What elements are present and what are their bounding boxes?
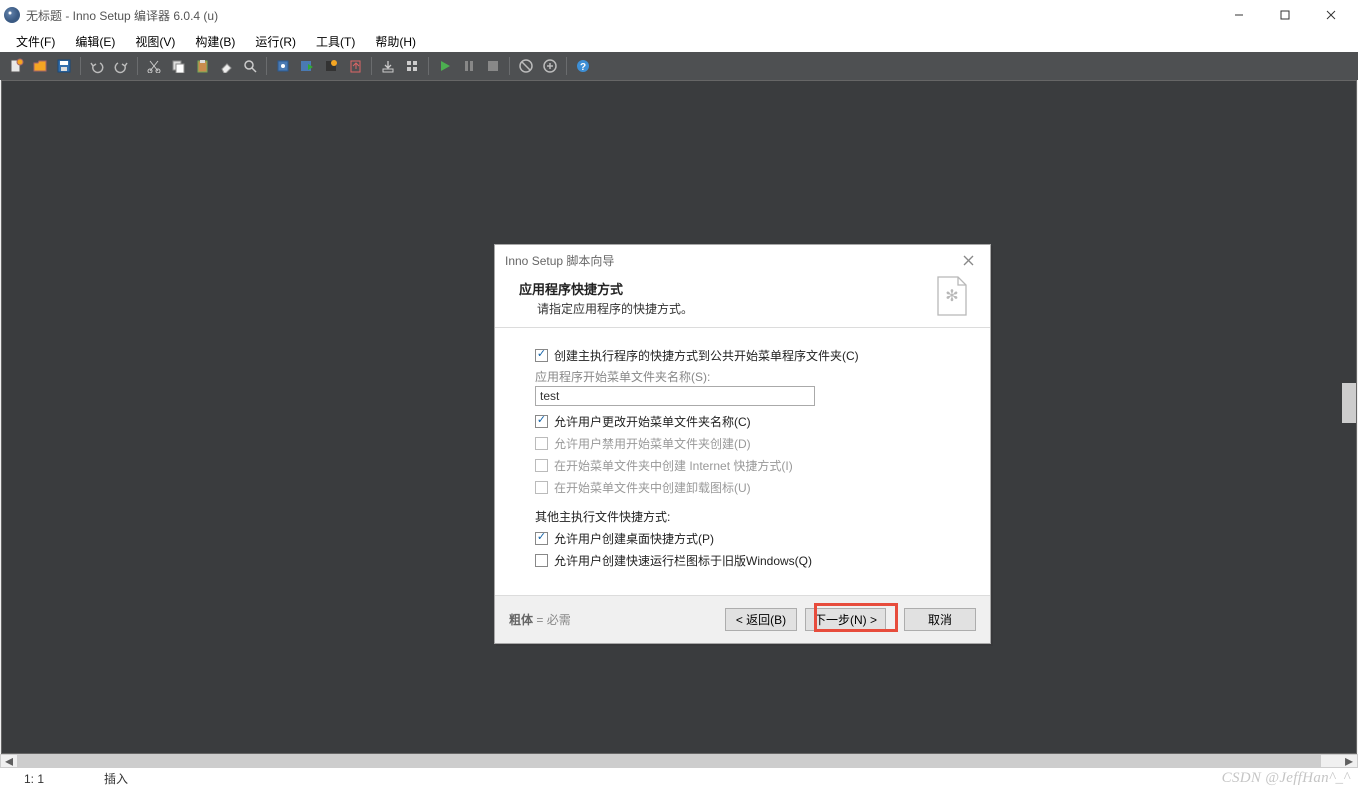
- toolbar: ?: [0, 52, 1358, 80]
- save-icon[interactable]: [53, 55, 75, 77]
- maximize-button[interactable]: [1262, 0, 1308, 30]
- compile-icon[interactable]: [272, 55, 294, 77]
- run-icon[interactable]: [434, 55, 456, 77]
- titlebar: 无标题 - Inno Setup 编译器 6.0.4 (u): [0, 0, 1358, 30]
- pause-icon[interactable]: [458, 55, 480, 77]
- export-icon[interactable]: [344, 55, 366, 77]
- dialog-footer: 粗体 = 必需 < 返回(B) 下一步(N) > 取消: [495, 595, 990, 643]
- scroll-left-icon[interactable]: ◂: [1, 755, 17, 767]
- options2-icon[interactable]: [539, 55, 561, 77]
- label-main-shortcut: 创建主执行程序的快捷方式到公共开始菜单程序文件夹(C): [554, 347, 859, 364]
- label-desktop-shortcut: 允许用户创建桌面快捷方式(P): [554, 530, 714, 547]
- scroll-right-icon[interactable]: ▸: [1341, 755, 1357, 767]
- dialog-header: 应用程序快捷方式 请指定应用程序的快捷方式。 ✻: [495, 275, 990, 328]
- menu-tools[interactable]: 工具(T): [308, 31, 363, 52]
- checkbox-internet-shortcut[interactable]: [535, 459, 548, 472]
- cut-icon[interactable]: [143, 55, 165, 77]
- menu-run[interactable]: 运行(R): [247, 31, 304, 52]
- checkbox-quicklaunch[interactable]: [535, 554, 548, 567]
- open-file-icon[interactable]: [29, 55, 51, 77]
- dialog-subheading: 请指定应用程序的快捷方式。: [537, 300, 966, 317]
- dialog-body: 创建主执行程序的快捷方式到公共开始菜单程序文件夹(C) 应用程序开始菜单文件夹名…: [495, 328, 990, 595]
- start-menu-folder-input[interactable]: [535, 386, 815, 406]
- help-icon[interactable]: ?: [572, 55, 594, 77]
- next-button[interactable]: 下一步(N) >: [805, 608, 886, 631]
- statusbar: 1: 1 插入: [0, 768, 1358, 789]
- minimize-button[interactable]: [1216, 0, 1262, 30]
- checkbox-allow-disable[interactable]: [535, 437, 548, 450]
- label-allow-change: 允许用户更改开始菜单文件夹名称(C): [554, 413, 751, 430]
- new-file-icon[interactable]: [5, 55, 27, 77]
- cancel-button[interactable]: 取消: [904, 608, 976, 631]
- document-icon: ✻: [932, 275, 972, 319]
- dialog-close-button[interactable]: [956, 248, 980, 272]
- label-internet-shortcut: 在开始菜单文件夹中创建 Internet 快捷方式(I): [554, 457, 793, 474]
- grid-icon[interactable]: [401, 55, 423, 77]
- stop-icon[interactable]: [482, 55, 504, 77]
- undo-icon[interactable]: [86, 55, 108, 77]
- target-setup-icon[interactable]: [320, 55, 342, 77]
- menu-help[interactable]: 帮助(H): [367, 31, 424, 52]
- close-button[interactable]: [1308, 0, 1354, 30]
- redo-icon[interactable]: [110, 55, 132, 77]
- checkbox-allow-change[interactable]: [535, 415, 548, 428]
- download-icon[interactable]: [377, 55, 399, 77]
- window-title: 无标题 - Inno Setup 编译器 6.0.4 (u): [26, 7, 1216, 24]
- menu-view[interactable]: 视图(V): [127, 31, 183, 52]
- horizontal-scrollbar[interactable]: ◂ ▸: [0, 754, 1358, 768]
- label-uninstall-icon: 在开始菜单文件夹中创建卸载图标(U): [554, 479, 751, 496]
- dialog-titlebar: Inno Setup 脚本向导: [495, 245, 990, 275]
- start-menu-folder-label: 应用程序开始菜单文件夹名称(S):: [535, 368, 950, 385]
- menu-build[interactable]: 构建(B): [187, 31, 243, 52]
- label-quicklaunch: 允许用户创建快速运行栏图标于旧版Windows(Q): [554, 552, 812, 569]
- checkbox-main-shortcut[interactable]: [535, 349, 548, 362]
- options-icon[interactable]: [515, 55, 537, 77]
- section-other-shortcuts: 其他主执行文件快捷方式:: [535, 508, 950, 525]
- scrollbar-thumb[interactable]: [17, 755, 1321, 767]
- dialog-title: Inno Setup 脚本向导: [505, 252, 614, 269]
- svg-text:?: ?: [580, 62, 586, 73]
- menu-file[interactable]: 文件(F): [8, 31, 63, 52]
- dialog-heading: 应用程序快捷方式: [519, 279, 966, 298]
- cursor-position: 1: 1: [24, 772, 44, 786]
- erase-icon[interactable]: [215, 55, 237, 77]
- window-controls: [1216, 0, 1354, 30]
- paste-icon[interactable]: [191, 55, 213, 77]
- back-button[interactable]: < 返回(B): [725, 608, 797, 631]
- label-allow-disable: 允许用户禁用开始菜单文件夹创建(D): [554, 435, 751, 452]
- wizard-dialog: Inno Setup 脚本向导 应用程序快捷方式 请指定应用程序的快捷方式。 ✻…: [494, 244, 991, 644]
- copy-icon[interactable]: [167, 55, 189, 77]
- menubar: 文件(F) 编辑(E) 视图(V) 构建(B) 运行(R) 工具(T) 帮助(H…: [0, 30, 1358, 52]
- app-icon: [4, 7, 20, 23]
- svg-text:✻: ✻: [945, 288, 958, 305]
- insert-mode: 插入: [104, 770, 128, 787]
- checkbox-desktop-shortcut[interactable]: [535, 532, 548, 545]
- footer-hint: 粗体 = 必需: [509, 611, 571, 628]
- compile-run-icon[interactable]: [296, 55, 318, 77]
- menu-edit[interactable]: 编辑(E): [67, 31, 123, 52]
- checkbox-uninstall-icon[interactable]: [535, 481, 548, 494]
- find-icon[interactable]: [239, 55, 261, 77]
- vertical-scrollbar-thumb[interactable]: [1342, 383, 1356, 423]
